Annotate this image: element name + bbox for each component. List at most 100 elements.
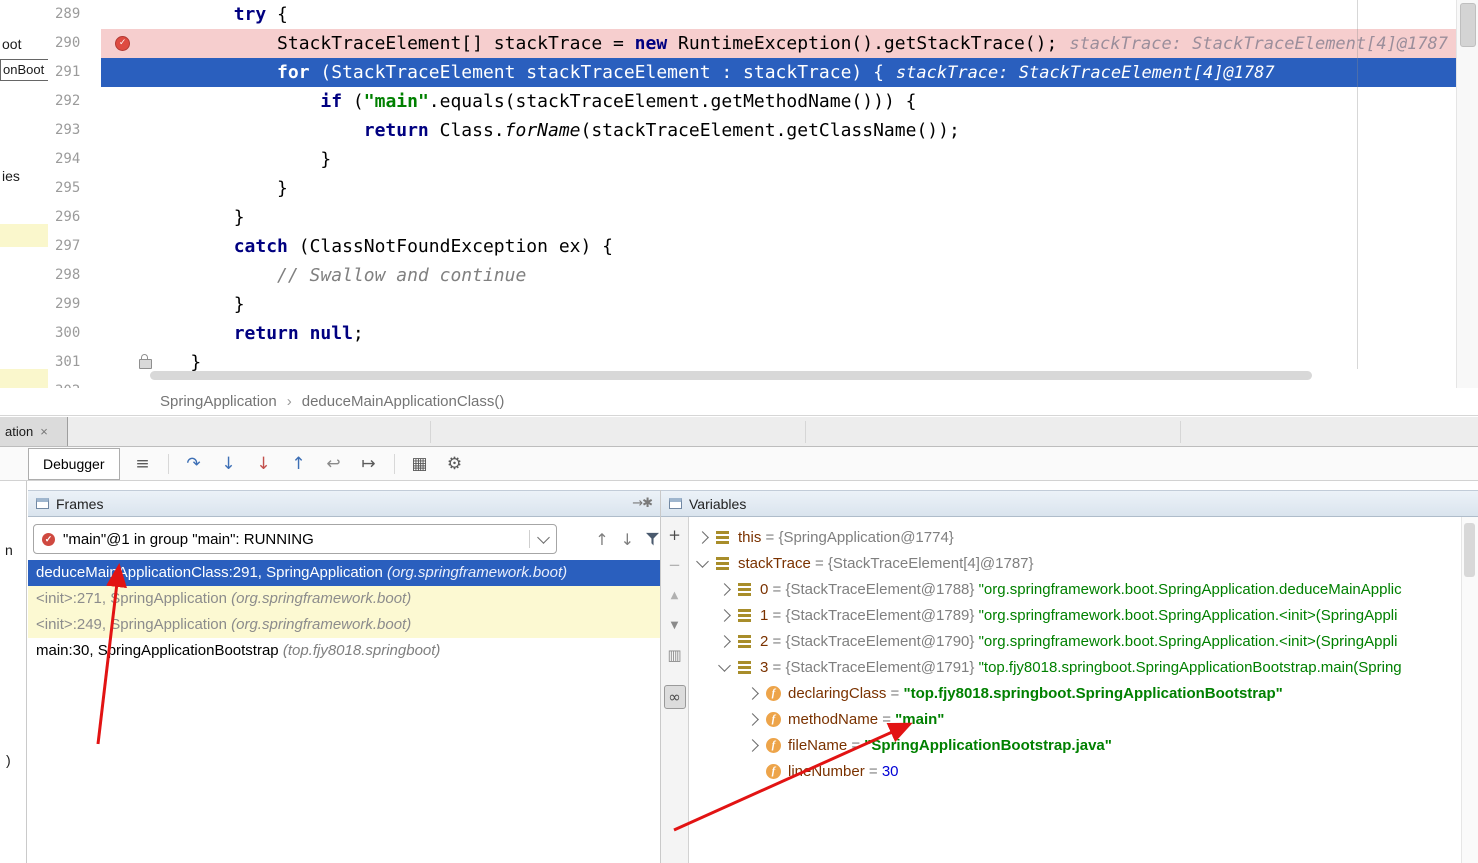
chevron-right-icon[interactable]: [720, 585, 738, 594]
frames-header: Frames: [28, 490, 660, 517]
code-line[interactable]: 292 if ("main".equals(stackTraceElement.…: [48, 87, 1457, 116]
debugger-toolbar-icons: ≡ ↷ ↓ ↓ ↑ ↩ ↦ ▦ ⚙: [133, 454, 465, 474]
variable-row[interactable]: stackTrace = {StackTraceElement[4]@1787}: [690, 550, 1460, 576]
variables-scrollbar[interactable]: [1461, 517, 1478, 863]
chevron-right-icon[interactable]: [720, 637, 738, 646]
chevron-right-icon[interactable]: [698, 533, 716, 542]
divider: [168, 454, 169, 474]
frames-options-icon[interactable]: [632, 496, 652, 511]
scrollbar-thumb[interactable]: [1460, 3, 1476, 47]
frame-up-icon[interactable]: ↑: [595, 530, 608, 549]
frame-row[interactable]: deduceMainApplicationClass:291, SpringAp…: [28, 560, 660, 586]
horizontal-scrollbar[interactable]: [150, 371, 1312, 380]
step-into-icon[interactable]: ↓: [219, 454, 239, 474]
chevron-down-icon[interactable]: [698, 560, 716, 566]
editor-vertical-scrollbar[interactable]: [1456, 0, 1478, 388]
thread-selector[interactable]: "main"@1 in group "main": RUNNING: [33, 524, 557, 554]
variable-row[interactable]: 1 = {StackTraceElement@1789} "org.spring…: [690, 602, 1460, 628]
breakpoint-icon[interactable]: [115, 36, 130, 51]
code-line[interactable]: 300 return null;: [48, 319, 1457, 348]
variable-row[interactable]: 2 = {StackTraceElement@1790} "org.spring…: [690, 628, 1460, 654]
variable-row[interactable]: this = {SpringApplication@1774}: [690, 524, 1460, 550]
filter-frames-icon[interactable]: [646, 532, 659, 546]
code-text: }: [147, 290, 1457, 319]
chevron-down-icon[interactable]: [529, 530, 548, 548]
gutter: [101, 145, 147, 174]
tab-run-configuration[interactable]: ation ×: [0, 417, 68, 446]
value-icon: [738, 609, 760, 622]
settings-icon[interactable]: ⚙: [445, 454, 465, 474]
line-number: 302: [48, 377, 101, 388]
show-watches-icon[interactable]: ∞: [664, 685, 686, 709]
code-text: }: [147, 145, 1457, 174]
variable-row[interactable]: ffileName = "SpringApplicationBootstrap.…: [690, 732, 1460, 758]
value-icon: [716, 531, 738, 544]
variable-row[interactable]: fdeclaringClass = "top.fjy8018.springboo…: [690, 680, 1460, 706]
variable-row[interactable]: flineNumber = 30: [690, 758, 1460, 784]
gutter: [101, 0, 147, 29]
run-to-cursor-icon[interactable]: ↦: [359, 454, 379, 474]
line-number: 292: [48, 87, 101, 116]
frame-list: deduceMainApplicationClass:291, SpringAp…: [28, 560, 660, 664]
scrollbar-thumb[interactable]: [1464, 523, 1475, 577]
line-number: 296: [48, 203, 101, 232]
frame-row[interactable]: main:30, SpringApplicationBootstrap (top…: [28, 638, 660, 664]
breadcrumb-method[interactable]: deduceMainApplicationClass(): [302, 393, 505, 410]
line-number: 301: [48, 348, 101, 377]
frame-row[interactable]: <init>:249, SpringApplication (org.sprin…: [28, 612, 660, 638]
code-line[interactable]: 295 }: [48, 174, 1457, 203]
breadcrumb-class[interactable]: SpringApplication: [160, 393, 277, 410]
remove-watch-icon[interactable]: −: [664, 553, 686, 577]
layout-list-icon[interactable]: ≡: [133, 454, 153, 474]
chevron-right-icon[interactable]: [720, 611, 738, 620]
evaluate-expression-icon[interactable]: ▦: [410, 454, 430, 474]
tab-debugger[interactable]: Debugger: [28, 448, 120, 480]
gutter: [101, 232, 147, 261]
drop-frame-icon[interactable]: ↩: [324, 454, 344, 474]
gutter: [101, 290, 147, 319]
chevron-right-icon[interactable]: [748, 715, 766, 724]
project-item-fragment: ies: [2, 168, 20, 184]
step-out-icon[interactable]: ↑: [289, 454, 309, 474]
code-text: }: [147, 174, 1457, 203]
move-down-icon[interactable]: ▼: [664, 613, 686, 637]
frame-row[interactable]: <init>:271, SpringApplication (org.sprin…: [28, 586, 660, 612]
add-watch-icon[interactable]: +: [664, 523, 686, 547]
step-over-icon[interactable]: ↷: [184, 454, 204, 474]
project-item-fragment-selected[interactable]: onBoot: [0, 59, 51, 81]
chevron-right-icon[interactable]: [748, 689, 766, 698]
field-icon: f: [766, 764, 788, 779]
gutter: [101, 348, 147, 377]
variable-row[interactable]: 0 = {StackTraceElement@1788} "org.spring…: [690, 576, 1460, 602]
code-line[interactable]: 299 }: [48, 290, 1457, 319]
frame-down-icon[interactable]: ↓: [621, 530, 634, 549]
breadcrumb: SpringApplication › deduceMainApplicatio…: [0, 388, 1478, 416]
variable-row[interactable]: fmethodName = "main": [690, 706, 1460, 732]
code-line[interactable]: 293 return Class.forName(stackTraceEleme…: [48, 116, 1457, 145]
inline-debugger-hint: stackTrace: StackTraceElement[4]@1787: [1069, 34, 1448, 54]
code-line[interactable]: 297 catch (ClassNotFoundException ex) {: [48, 232, 1457, 261]
right-margin-guide: [1357, 0, 1358, 369]
code-line[interactable]: 289 try {: [48, 0, 1457, 29]
field-icon: f: [766, 712, 788, 727]
code-line[interactable]: 291 for (StackTraceElement stackTraceEle…: [48, 58, 1457, 87]
code-line[interactable]: 298 // Swallow and continue: [48, 261, 1457, 290]
divider: [1180, 421, 1181, 443]
code-editor[interactable]: oot onBoot ies 289 try {290 StackTraceEl…: [0, 0, 1478, 388]
text-fragment: n: [5, 542, 13, 558]
code-line[interactable]: 290 StackTraceElement[] stackTrace = new…: [48, 29, 1457, 58]
chevron-right-icon[interactable]: [748, 741, 766, 750]
variables-icon: [669, 498, 682, 509]
chevron-down-icon[interactable]: [720, 664, 738, 670]
close-icon[interactable]: ×: [40, 424, 48, 439]
code-line[interactable]: 294 }: [48, 145, 1457, 174]
field-icon: f: [766, 738, 788, 753]
code-line[interactable]: 296 }: [48, 203, 1457, 232]
duplicate-icon[interactable]: ▥: [664, 643, 686, 667]
move-up-icon[interactable]: ▲: [664, 583, 686, 607]
line-number: 291: [48, 58, 101, 87]
variable-row[interactable]: 3 = {StackTraceElement@1791} "top.fjy801…: [690, 654, 1460, 680]
line-number: 299: [48, 290, 101, 319]
force-step-into-icon[interactable]: ↓: [254, 454, 274, 474]
debugger-toolbar: Debugger ≡ ↷ ↓ ↓ ↑ ↩ ↦ ▦ ⚙: [0, 447, 1478, 481]
